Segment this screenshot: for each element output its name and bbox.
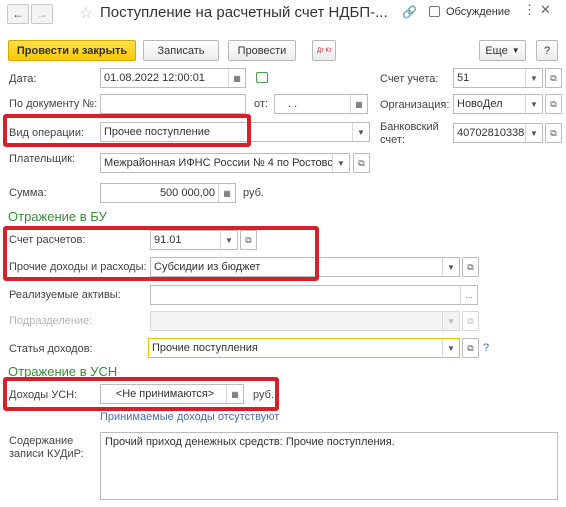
- income-item-open-button[interactable]: ⧉: [462, 338, 479, 358]
- bank-account-label-line1: Банковский: [380, 121, 439, 133]
- account-open-button[interactable]: ⧉: [545, 68, 562, 88]
- amount-label: Сумма:: [9, 187, 47, 199]
- open-icon: ⧉: [550, 98, 557, 109]
- payer-open-button[interactable]: ⧉: [353, 153, 370, 173]
- bank-account-value: 40702810338: [457, 127, 525, 139]
- payer-field[interactable]: Межрайонная ИФНС России № 4 по Ростовско…: [100, 153, 350, 173]
- chevron-down-icon[interactable]: ▼: [442, 339, 459, 357]
- arrow-left-icon: ←: [12, 7, 24, 21]
- dt-kt-icon: Дт Кт: [317, 47, 332, 54]
- chevron-down-icon[interactable]: ▼: [525, 69, 542, 87]
- date-label: Дата:: [9, 73, 37, 85]
- open-icon: ⧉: [467, 261, 474, 272]
- from-date-field[interactable]: . . ▦: [274, 94, 368, 114]
- arrow-right-icon: →: [36, 7, 48, 21]
- close-icon[interactable]: ✕: [540, 2, 551, 18]
- link-icon[interactable]: 🔗: [402, 5, 417, 19]
- highlight-op-type: [3, 114, 251, 147]
- kudir-label: Содержание записи КУДиР:: [9, 435, 84, 461]
- bank-account-field[interactable]: 40702810338 ▼: [453, 123, 543, 143]
- kudir-label-line1: Содержание: [9, 435, 74, 447]
- doc-number-label: По документу №:: [9, 98, 98, 110]
- income-item-label: Статья доходов:: [9, 343, 93, 355]
- bank-account-label: Банковский счет:: [380, 121, 439, 147]
- open-icon: ⧉: [467, 342, 474, 353]
- chevron-down-icon[interactable]: ▼: [332, 154, 349, 172]
- save-button[interactable]: Записать: [143, 40, 219, 61]
- dt-kt-button[interactable]: Дт Кт: [312, 40, 336, 61]
- calendar-icon[interactable]: ▦: [350, 95, 367, 113]
- amount-currency: руб.: [243, 187, 264, 199]
- forward-button[interactable]: →: [31, 4, 53, 24]
- date-value: 01.08.2022 12:00:01: [104, 72, 205, 84]
- post-and-close-button[interactable]: Провести и закрыть: [8, 40, 136, 61]
- assets-field[interactable]: …: [150, 285, 478, 305]
- discussion-button[interactable]: Обсуждение: [446, 6, 510, 18]
- chevron-down-icon[interactable]: ▼: [525, 95, 542, 113]
- from-date-value: . .: [288, 98, 298, 110]
- org-open-button[interactable]: ⧉: [545, 94, 562, 114]
- help-button[interactable]: ?: [536, 40, 558, 61]
- chevron-down-icon: ▼: [511, 46, 520, 55]
- highlight-usn-income: [3, 377, 279, 411]
- other-income-open-button[interactable]: ⧉: [462, 257, 479, 277]
- post-button[interactable]: Провести: [228, 40, 296, 61]
- help-link[interactable]: ?: [483, 342, 489, 354]
- bu-section-title: Отражение в БУ: [8, 209, 107, 224]
- doc-number-field[interactable]: [100, 94, 246, 114]
- dept-open-button[interactable]: ⧉: [462, 311, 479, 331]
- kudir-textarea[interactable]: Прочий приход денежных средств: Прочие п…: [100, 432, 558, 500]
- highlight-bu-accounts: [3, 226, 319, 281]
- org-label: Организация:: [380, 99, 450, 111]
- calendar-icon[interactable]: ▦: [228, 69, 245, 87]
- page-title: Поступление на расчетный счет НДБП-...: [100, 4, 388, 21]
- chevron-down-icon[interactable]: ▼: [442, 258, 459, 276]
- star-icon[interactable]: ☆: [79, 3, 93, 23]
- calculator-icon[interactable]: ▦: [218, 184, 235, 202]
- account-label: Счет учета:: [380, 73, 439, 85]
- income-item-field[interactable]: Прочие поступления ▼: [148, 338, 460, 358]
- assets-label: Реализуемые активы:: [9, 289, 121, 301]
- account-field[interactable]: 51 ▼: [453, 68, 543, 88]
- account-value: 51: [457, 72, 470, 84]
- income-item-value: Прочие поступления: [152, 342, 258, 354]
- chevron-down-icon[interactable]: ▼: [352, 123, 369, 141]
- open-icon: ⧉: [550, 72, 557, 83]
- open-icon: ⧉: [358, 157, 365, 168]
- payer-value: Межрайонная ИФНС России № 4 по Ростовско…: [104, 157, 332, 169]
- more-label: Еще: [485, 44, 508, 57]
- from-label: от:: [254, 98, 268, 110]
- payer-label: Плательщик:: [9, 153, 76, 165]
- date-field[interactable]: 01.08.2022 12:00:01 ▦: [100, 68, 246, 88]
- org-field[interactable]: НовоДел ▼: [453, 94, 543, 114]
- chevron-down-icon[interactable]: ▼: [525, 124, 542, 142]
- select-icon[interactable]: …: [460, 286, 477, 304]
- amount-field[interactable]: 500 000,00 ▦: [100, 183, 236, 203]
- dept-label: Подразделение:: [9, 315, 93, 327]
- more-vert-icon[interactable]: ⋮: [523, 2, 536, 18]
- amount-value: 500 000,00: [159, 187, 215, 199]
- back-button[interactable]: ←: [7, 4, 29, 24]
- chevron-down-icon[interactable]: ▼: [442, 312, 459, 330]
- dept-field[interactable]: ▼: [150, 311, 460, 331]
- bank-account-open-button[interactable]: ⧉: [545, 123, 562, 143]
- bank-account-label-line2: счет:: [380, 134, 405, 146]
- org-value: НовоДел: [457, 98, 503, 110]
- chat-icon: [429, 6, 440, 17]
- usn-hint: Принимаемые доходы отсутствуют: [100, 411, 280, 423]
- kudir-label-line2: записи КУДиР:: [9, 448, 84, 460]
- open-icon: ⧉: [550, 127, 557, 138]
- open-icon: ⧉: [467, 315, 474, 326]
- more-button[interactable]: Еще ▼: [479, 40, 526, 61]
- doc-structure-icon[interactable]: [256, 72, 268, 83]
